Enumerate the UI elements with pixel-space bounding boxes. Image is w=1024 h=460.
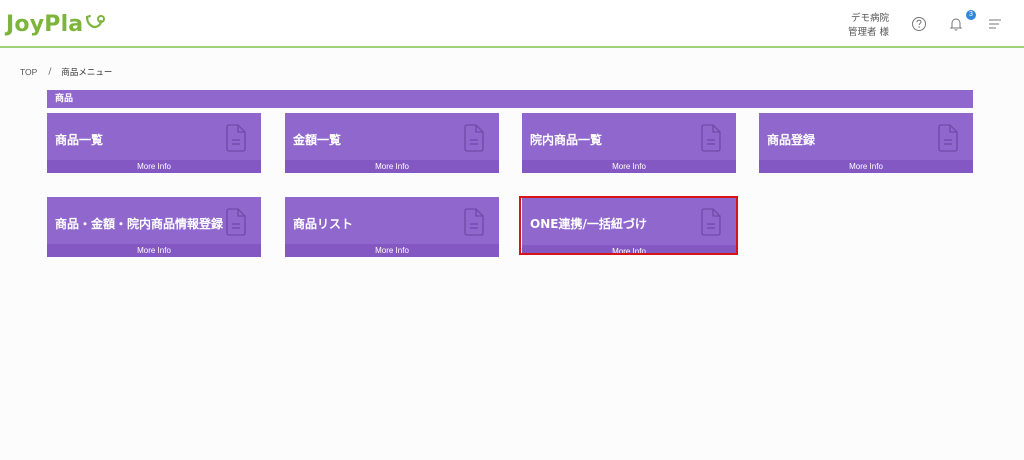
hospital-name: デモ病院 [850,13,889,24]
breadcrumb: TOP / 商品メニュー [20,66,112,78]
document-icon [226,124,246,152]
breadcrumb-top-link[interactable]: TOP [20,67,37,77]
notification-badge: 3 [966,10,976,20]
more-info-link[interactable]: More Info [285,244,499,257]
more-info-link[interactable]: More Info [759,160,973,173]
card-product-registration[interactable]: 商品登録 More Info [759,113,973,173]
document-icon [464,208,484,236]
stethoscope-icon [86,15,106,29]
user-name: 管理者 様 [847,27,889,38]
card-title: 商品一覧 [55,133,104,147]
card-title: 商品・金額・院内商品情報登録 [55,217,224,231]
document-icon [464,124,484,152]
card-product-list[interactable]: 商品一覧 More Info [47,113,261,173]
more-info-link[interactable]: More Info [285,160,499,173]
more-info-link[interactable]: More Info [47,160,261,173]
card-title: 商品登録 [767,133,816,147]
more-info-link[interactable]: More Info [47,244,261,257]
section-header: 商品 [47,90,973,108]
card-title: 商品リスト [293,217,354,231]
menu-icon[interactable] [985,14,1005,34]
card-product-catalog[interactable]: 商品リスト More Info [285,197,499,257]
highlight-box [519,196,738,255]
joypla-logo[interactable]: JoyPla [6,10,106,38]
logo-text: JoyPla [6,11,84,37]
app-header: JoyPla デモ病院 管理者 様 3 [0,0,1024,48]
document-icon [226,208,246,236]
card-price-list[interactable]: 金額一覧 More Info [285,113,499,173]
document-icon [701,124,721,152]
more-info-link[interactable]: More Info [522,160,736,173]
help-icon[interactable] [909,14,929,34]
bell-icon[interactable] [946,14,966,34]
card-bulk-info-registration[interactable]: 商品・金額・院内商品情報登録 More Info [47,197,261,257]
card-title: 院内商品一覧 [530,133,603,147]
user-info[interactable]: デモ病院 管理者 様 [848,12,889,40]
breadcrumb-current: 商品メニュー [61,68,113,78]
breadcrumb-separator: / [48,67,52,77]
card-title: 金額一覧 [293,133,342,147]
document-icon [938,124,958,152]
card-inhouse-product-list[interactable]: 院内商品一覧 More Info [522,113,736,173]
